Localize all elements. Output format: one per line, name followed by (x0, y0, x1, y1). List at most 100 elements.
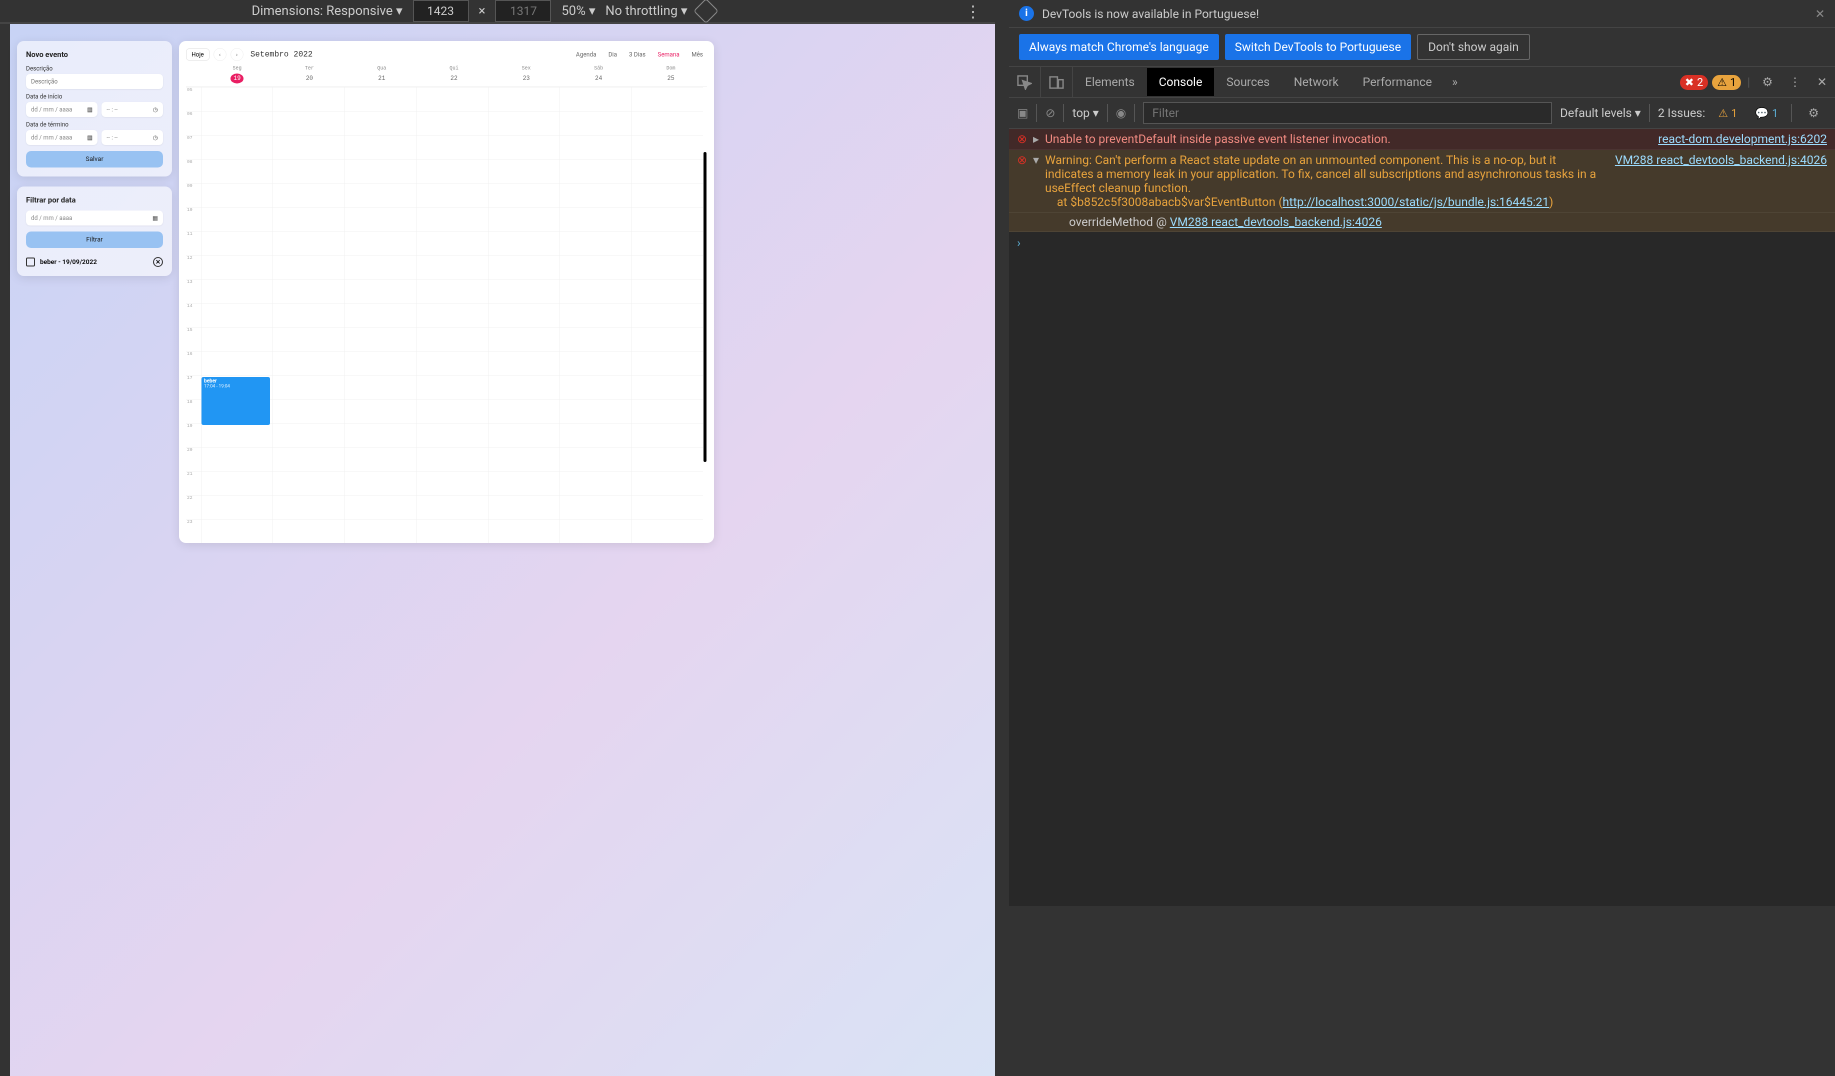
console-settings-icon[interactable]: ⚙ (1800, 106, 1827, 120)
devtools-infobar: i DevTools is now available in Portugues… (1009, 0, 1835, 28)
hour-label: 19 (186, 423, 201, 447)
filter-title: Filtrar por data (26, 196, 163, 205)
day-number[interactable]: 24 (592, 74, 605, 84)
switch-language-button[interactable]: Switch DevTools to Portuguese (1225, 34, 1411, 60)
tab-console[interactable]: Console (1147, 68, 1215, 96)
start-time-input[interactable]: -- : --◷ (102, 102, 163, 117)
day-name: Sáb (562, 66, 634, 72)
log-source-link[interactable]: VM288 react_devtools_backend.js:4026 (1615, 153, 1827, 209)
calendar-grid[interactable]: 05060708091011121314151617181920212223 b… (186, 87, 707, 543)
dimensions-dropdown[interactable]: Dimensions: Responsive (252, 4, 403, 19)
filter-date-input[interactable]: dd / mm / aaaa▦ (26, 211, 163, 226)
match-language-button[interactable]: Always match Chrome's language (1019, 34, 1219, 60)
hour-label: 08 (186, 159, 201, 183)
tab-elements[interactable]: Elements (1073, 68, 1147, 96)
disclosure-icon[interactable]: ▾ (1033, 153, 1045, 209)
error-count-badge[interactable]: ✖ 2 (1680, 75, 1708, 90)
delete-event-icon[interactable]: ✕ (153, 257, 163, 267)
calendar-icon: ▦ (152, 215, 158, 222)
end-time-input[interactable]: -- : --◷ (102, 130, 163, 145)
calendar-header: Hoje ‹ › Setembro 2022 Agenda Dia 3 Dias… (186, 48, 707, 61)
console-filter-input[interactable] (1143, 102, 1552, 124)
device-preview-pane: Dimensions: Responsive × 50% No throttli… (0, 0, 995, 906)
view-agenda[interactable]: Agenda (572, 49, 600, 60)
device-toggle-icon[interactable] (1041, 67, 1073, 97)
tabs-overflow-icon[interactable]: » (1444, 75, 1466, 89)
more-icon[interactable]: ⋮ (1781, 75, 1809, 89)
height-input[interactable] (495, 0, 551, 22)
hour-label: 17 (186, 375, 201, 399)
end-date-label: Data de término (26, 121, 163, 128)
dismiss-language-button[interactable]: Don't show again (1417, 34, 1530, 60)
end-date-input[interactable]: dd / mm / aaaa▦ (26, 130, 98, 145)
hour-label: 11 (186, 231, 201, 255)
day-number[interactable]: 20 (303, 74, 316, 84)
calendar-panel: Hoje ‹ › Setembro 2022 Agenda Dia 3 Dias… (179, 41, 714, 543)
day-number[interactable]: 23 (520, 74, 533, 84)
log-inline-link[interactable]: http://localhost:3000/static/js/bundle.j… (1283, 195, 1550, 209)
view-day[interactable]: Dia (604, 49, 621, 60)
tab-sources[interactable]: Sources (1214, 68, 1281, 96)
error-icon: ⊗ (1017, 132, 1033, 146)
clear-console-icon[interactable]: ⊘ (1045, 106, 1055, 120)
log-levels-dropdown[interactable]: Default levels (1560, 106, 1641, 120)
console-prompt[interactable]: › (1009, 232, 1835, 254)
live-expression-icon[interactable]: ◉ (1116, 106, 1126, 120)
zoom-dropdown[interactable]: 50% (561, 4, 595, 19)
issues-label[interactable]: 2 Issues: (1658, 106, 1705, 120)
console-log-area[interactable]: ⊗ ▸ Unable to preventDefault inside pass… (1009, 129, 1835, 906)
view-3days[interactable]: 3 Dias (625, 49, 650, 60)
prev-week-button[interactable]: ‹ (213, 48, 226, 61)
day-number[interactable]: 19 (231, 74, 244, 84)
log-source-link[interactable]: react-dom.development.js:6202 (1658, 132, 1827, 146)
description-input[interactable] (26, 74, 163, 89)
calendar-icon: ▦ (87, 106, 93, 113)
infobar-close-icon[interactable]: ✕ (1815, 7, 1825, 21)
inspect-element-icon[interactable] (1009, 67, 1041, 97)
scrollbar-thumb[interactable] (704, 152, 707, 462)
log-message: Unable to preventDefault inside passive … (1045, 132, 1646, 146)
tab-network[interactable]: Network (1282, 68, 1351, 96)
day-number[interactable]: 25 (664, 74, 677, 84)
console-toolbar: ▣ ⊘ top ◉ Default levels 2 Issues: ⚠ 1 💬… (1009, 98, 1835, 129)
event-list-item: beber - 19/09/2022 ✕ (26, 257, 163, 267)
save-button[interactable]: Salvar (26, 151, 163, 168)
settings-icon[interactable]: ⚙ (1754, 75, 1781, 89)
start-date-label: Data de início (26, 93, 163, 100)
calendar-event-block[interactable]: beber 17:04 - 19:04 (202, 377, 271, 425)
infobar-text: DevTools is now available in Portuguese! (1042, 7, 1259, 21)
day-name: Seg (201, 66, 273, 72)
console-warning-row[interactable]: ⊗ ▾ Warning: Can't perform a React state… (1009, 150, 1835, 213)
event-checkbox[interactable] (26, 258, 35, 267)
filter-button[interactable]: Filtrar (26, 232, 163, 249)
stack-trace-row[interactable]: overrideMethod @ VM288 react_devtools_ba… (1009, 213, 1835, 232)
close-devtools-icon[interactable]: ✕ (1809, 75, 1835, 89)
context-selector[interactable]: top (1072, 106, 1098, 120)
tab-bar-sep: | (1747, 75, 1750, 89)
view-week[interactable]: Semana (654, 49, 684, 60)
stack-link[interactable]: VM288 react_devtools_backend.js:4026 (1170, 215, 1382, 229)
more-options-icon[interactable]: ⋮ (965, 2, 983, 21)
warning-count-badge[interactable]: ⚠ 1 (1712, 75, 1741, 90)
disclosure-icon[interactable]: ▸ (1033, 132, 1045, 146)
tab-performance[interactable]: Performance (1351, 68, 1444, 96)
hour-label: 22 (186, 495, 201, 519)
next-week-button[interactable]: › (230, 48, 243, 61)
rotate-icon[interactable] (694, 0, 719, 24)
console-sidebar-toggle-icon[interactable]: ▣ (1017, 106, 1028, 120)
hour-label: 16 (186, 351, 201, 375)
hour-label: 05 (186, 87, 201, 111)
day-number[interactable]: 21 (375, 74, 388, 84)
description-label: Descrição (26, 65, 163, 72)
day-number[interactable]: 22 (447, 74, 460, 84)
issues-warn-pill[interactable]: ⚠ 1 (1713, 106, 1742, 121)
width-input[interactable] (413, 0, 469, 22)
start-date-input[interactable]: dd / mm / aaaa▦ (26, 102, 98, 117)
calendar-scrollbar[interactable] (703, 87, 707, 543)
console-error-row[interactable]: ⊗ ▸ Unable to preventDefault inside pass… (1009, 129, 1835, 150)
issues-info-pill[interactable]: 💬 1 (1750, 106, 1783, 121)
throttling-dropdown[interactable]: No throttling (605, 4, 687, 19)
today-button[interactable]: Hoje (186, 49, 209, 61)
pane-resize-handle[interactable]: ⋮⋮ (995, 0, 1009, 906)
view-month[interactable]: Mês (687, 49, 707, 60)
